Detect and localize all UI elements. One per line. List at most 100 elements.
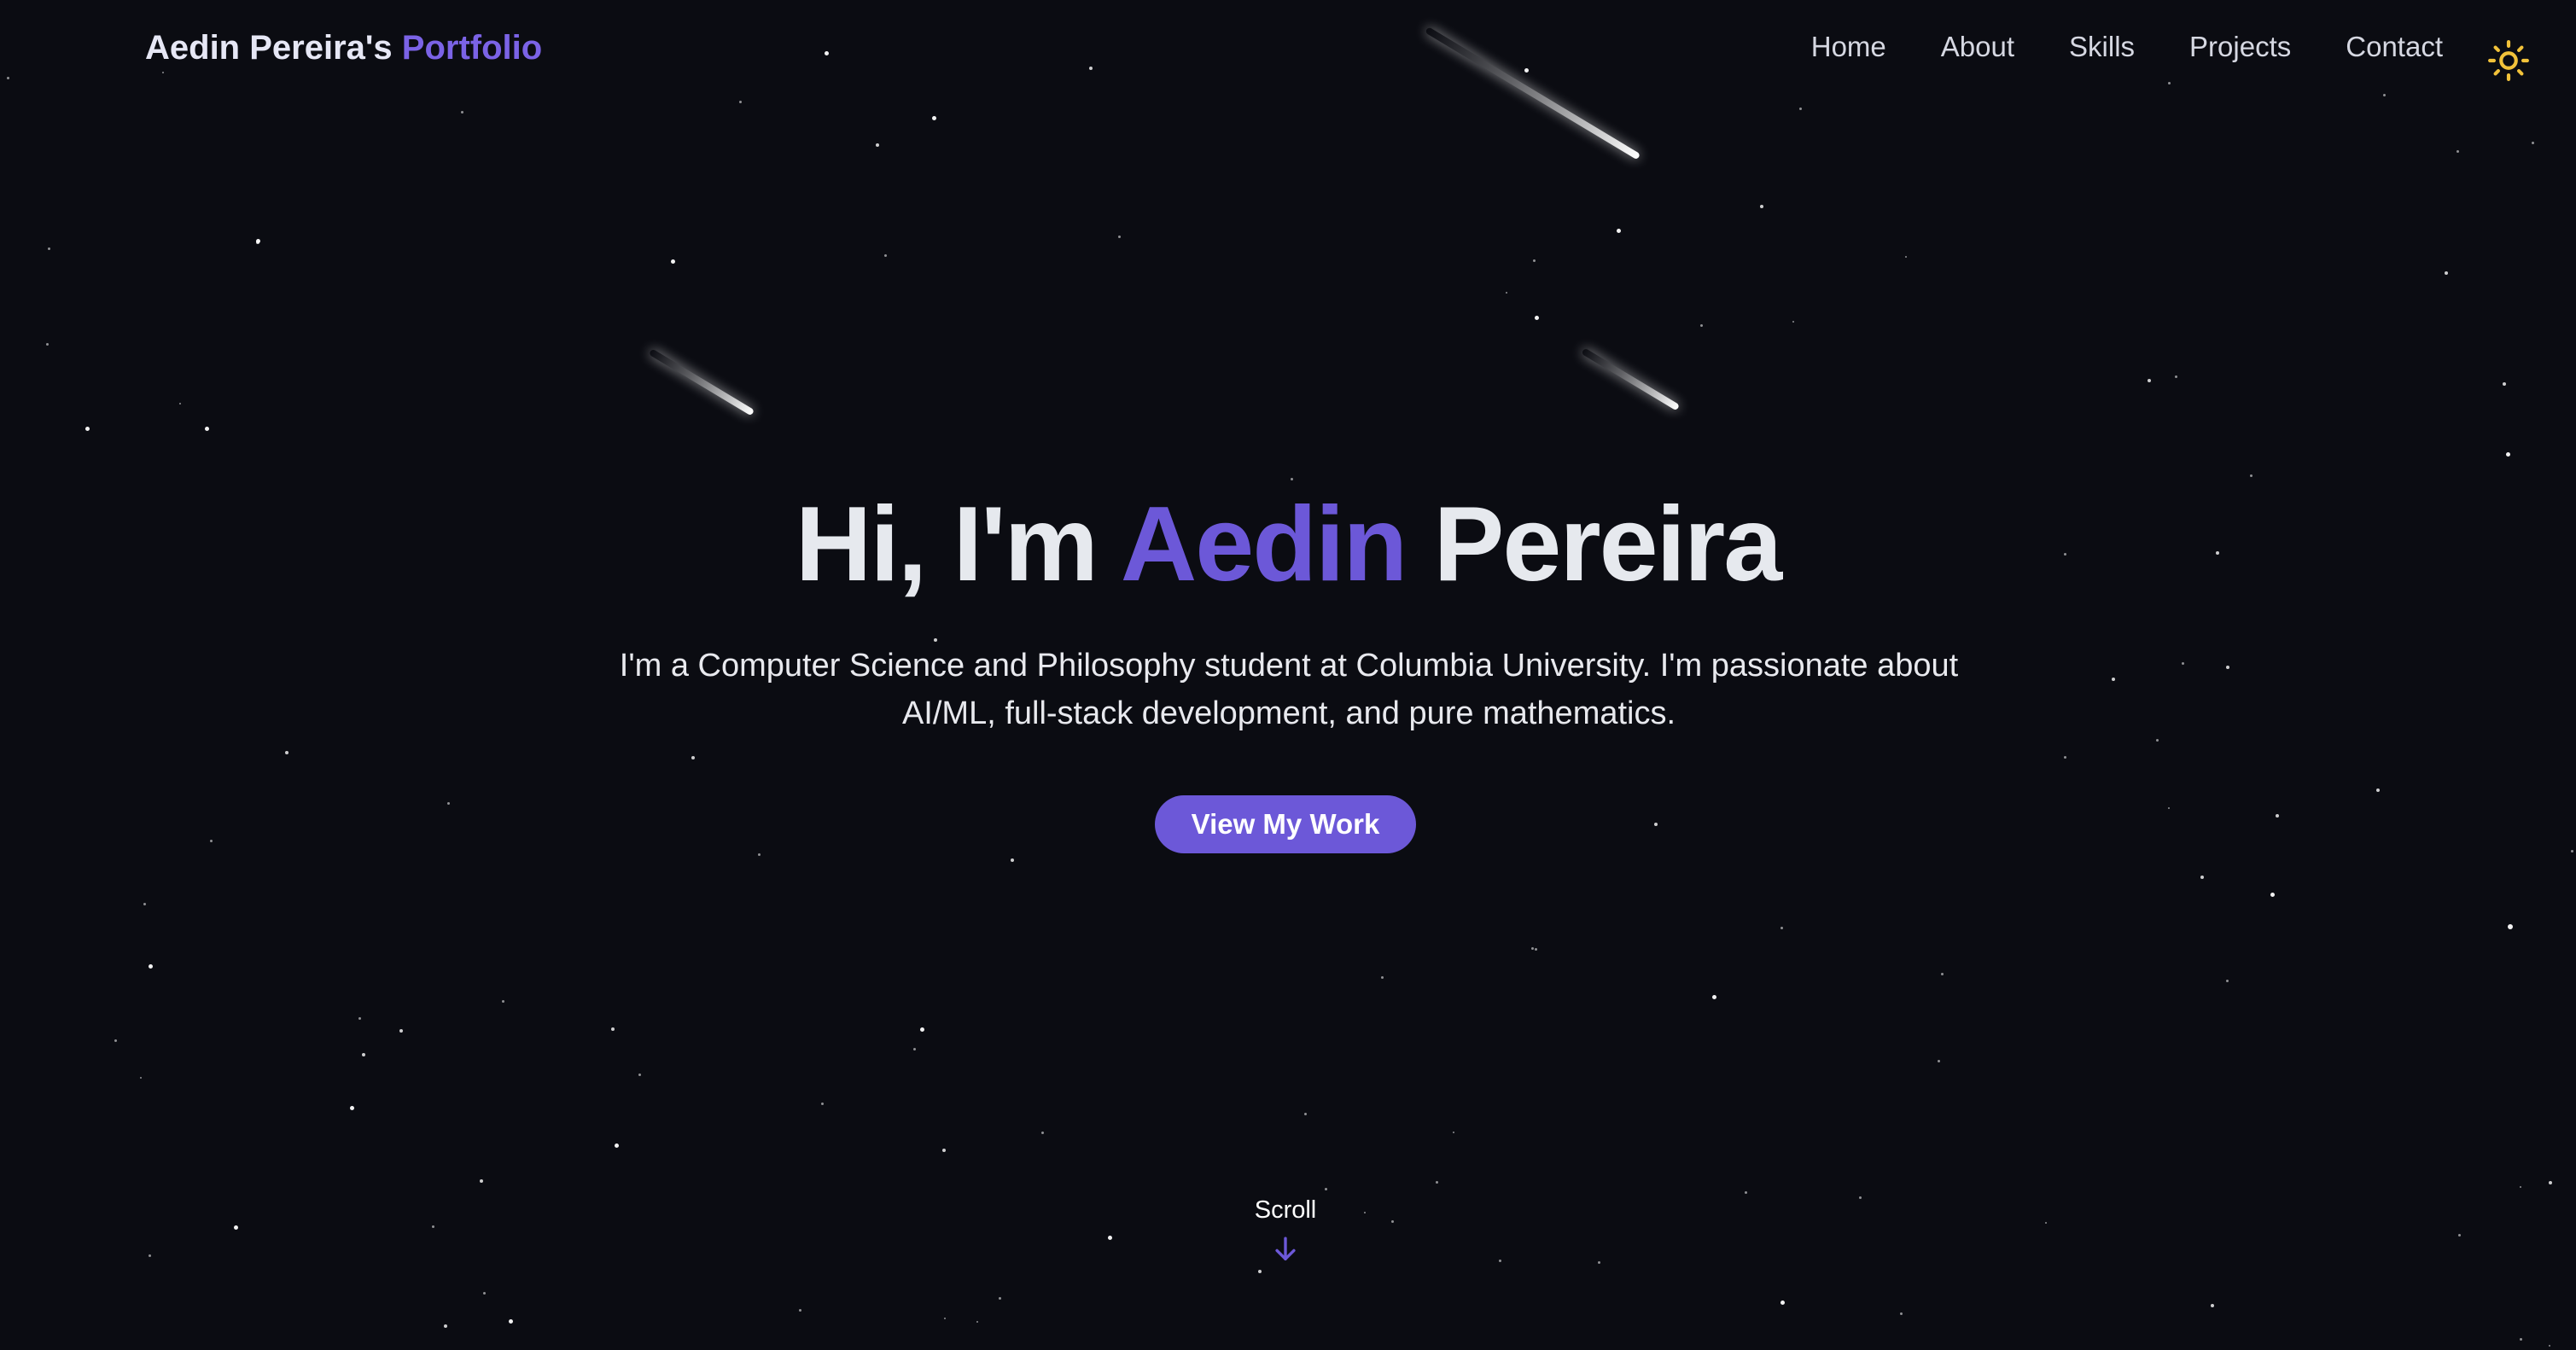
- star: [509, 1319, 513, 1324]
- star: [1535, 948, 1537, 951]
- star: [2458, 1234, 2461, 1237]
- star: [1792, 321, 1794, 323]
- star: [1533, 259, 1536, 262]
- star: [1780, 927, 1783, 929]
- star: [2200, 876, 2204, 879]
- star: [149, 1254, 151, 1257]
- star: [1364, 1212, 1366, 1213]
- star: [2226, 666, 2229, 669]
- star: [114, 1039, 117, 1042]
- nav-projects[interactable]: Projects: [2189, 31, 2291, 63]
- star: [447, 802, 450, 805]
- star: [1760, 205, 1763, 208]
- star: [1598, 1261, 1600, 1264]
- star: [1291, 478, 1293, 480]
- star: [1381, 976, 1384, 979]
- star: [2064, 756, 2066, 759]
- star: [1325, 1188, 1327, 1190]
- star: [1938, 1060, 1940, 1062]
- star: [1700, 324, 1703, 327]
- star: [140, 1077, 142, 1079]
- star: [913, 1048, 916, 1050]
- star: [362, 1053, 365, 1056]
- star: [461, 111, 463, 113]
- star: [350, 1106, 354, 1110]
- star: [1654, 823, 1658, 826]
- star: [1712, 995, 1716, 999]
- star: [920, 1027, 924, 1032]
- star: [1905, 256, 1907, 258]
- star: [256, 239, 260, 243]
- arrow-down-icon: [1275, 1237, 1296, 1261]
- star: [1108, 1236, 1112, 1240]
- star: [999, 1297, 1001, 1300]
- scroll-indicator[interactable]: Scroll: [1243, 1196, 1328, 1264]
- star: [2376, 788, 2380, 792]
- star: [671, 259, 675, 264]
- nav-contact[interactable]: Contact: [2346, 31, 2443, 63]
- star: [615, 1143, 619, 1148]
- star: [1453, 1132, 1454, 1133]
- nav-home[interactable]: Home: [1811, 31, 1886, 63]
- star: [2045, 1222, 2047, 1224]
- nav-links: Home About Skills Projects Contact: [1811, 31, 2443, 63]
- star: [1617, 229, 1621, 233]
- star: [179, 403, 181, 404]
- star: [210, 840, 213, 842]
- star: [1041, 1132, 1044, 1134]
- star: [821, 1103, 824, 1105]
- star: [1391, 1220, 1394, 1223]
- star: [2250, 474, 2253, 477]
- star: [2520, 1186, 2521, 1188]
- star: [1535, 316, 1539, 320]
- hero-title-suffix: Pereira: [1433, 486, 1783, 603]
- star: [2520, 1338, 2522, 1341]
- star: [1118, 236, 1121, 238]
- star: [149, 964, 153, 969]
- star: [884, 254, 887, 257]
- nav-about[interactable]: About: [1941, 31, 2014, 63]
- view-my-work-button[interactable]: View My Work: [1155, 795, 1416, 853]
- star: [1745, 1191, 1747, 1194]
- star: [1941, 973, 1944, 975]
- nav-skills[interactable]: Skills: [2069, 31, 2135, 63]
- star: [611, 1027, 615, 1031]
- star: [1900, 1312, 1903, 1315]
- star: [1304, 1113, 1307, 1115]
- hero-title-prefix: Hi, I'm: [795, 486, 1099, 603]
- star: [2503, 382, 2506, 386]
- top-navigation: Aedin Pereira's Portfolio Home About Ski…: [0, 0, 2576, 106]
- star: [205, 427, 209, 431]
- star: [1506, 292, 1507, 294]
- brand-accent: Portfolio: [401, 29, 543, 67]
- star: [2156, 739, 2159, 742]
- star: [2182, 662, 2184, 665]
- star: [2211, 1304, 2214, 1307]
- star: [1436, 1181, 1438, 1184]
- star: [46, 343, 49, 346]
- star: [285, 751, 288, 754]
- star: [2508, 924, 2513, 929]
- site-brand[interactable]: Aedin Pereira's Portfolio: [145, 29, 542, 67]
- star: [2112, 678, 2115, 681]
- shooting-star: [1581, 347, 1681, 411]
- star: [876, 143, 879, 147]
- star: [1011, 858, 1014, 862]
- star: [48, 247, 50, 250]
- star: [256, 241, 259, 244]
- star: [399, 1029, 403, 1033]
- hero-subtitle: I'm a Computer Science and Philosophy st…: [619, 648, 1959, 731]
- star: [1531, 947, 1534, 950]
- star: [2549, 1345, 2550, 1347]
- star: [234, 1225, 238, 1230]
- star: [483, 1292, 486, 1295]
- theme-toggle-button[interactable]: [2487, 39, 2530, 82]
- star: [2276, 814, 2279, 818]
- star: [85, 427, 90, 431]
- star: [976, 1321, 978, 1323]
- star: [2549, 1181, 2552, 1184]
- sun-icon: [2488, 40, 2529, 81]
- star: [799, 1309, 801, 1312]
- star: [1258, 1270, 1262, 1273]
- star: [691, 756, 695, 759]
